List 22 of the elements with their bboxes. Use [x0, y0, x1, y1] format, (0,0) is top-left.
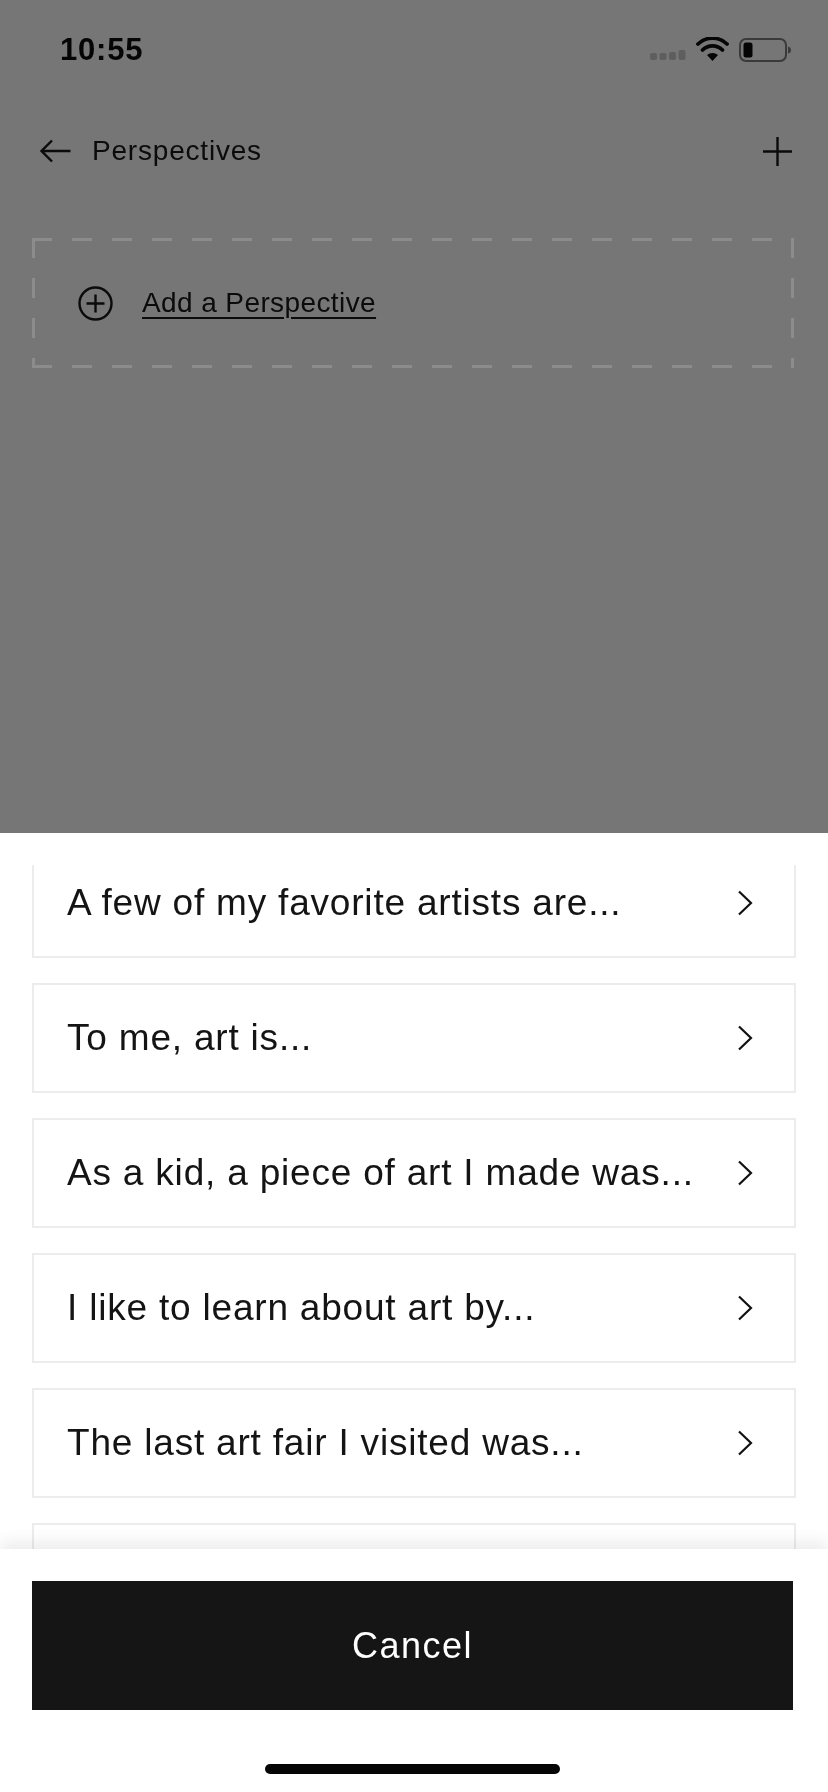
- chevron-right-icon: [737, 1295, 753, 1321]
- prompt-card[interactable]: I like to learn about art by...: [32, 1253, 796, 1363]
- chevron-right-icon: [737, 890, 753, 916]
- back-arrow-icon: [39, 139, 72, 163]
- prompt-card[interactable]: The last art fair I visited was...: [32, 1388, 796, 1498]
- prompt-card[interactable]: To me, art is...: [32, 983, 796, 1093]
- signal-icon: [650, 50, 686, 60]
- prompt-card[interactable]: As a kid, a piece of art I made was...: [32, 1118, 796, 1228]
- wifi-icon: [696, 37, 729, 61]
- prompt-card[interactable]: A few of my favorite artists are...: [32, 865, 796, 958]
- add-perspective-link[interactable]: Add a Perspective: [142, 287, 377, 319]
- add-button[interactable]: [763, 136, 792, 166]
- chevron-right-icon: [737, 1430, 753, 1456]
- status-time: 10:55: [60, 32, 144, 68]
- back-button[interactable]: [39, 139, 72, 163]
- plus-icon: [763, 136, 792, 166]
- chevron-right-icon: [737, 1025, 753, 1051]
- battery-icon: [739, 38, 791, 62]
- header-title: Perspectives: [92, 135, 262, 167]
- plus-circle-icon: [78, 285, 113, 321]
- chevron-right-icon: [737, 1160, 753, 1186]
- cancel-button[interactable]: Cancel: [32, 1581, 793, 1710]
